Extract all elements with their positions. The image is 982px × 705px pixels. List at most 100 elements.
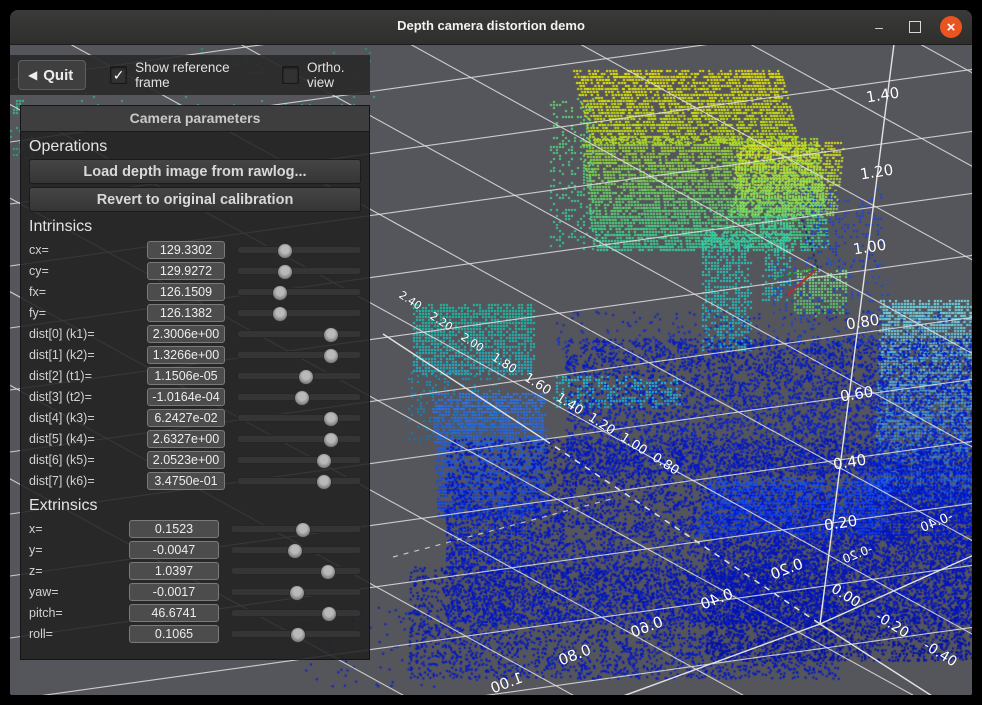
quit-button[interactable]: ◀ Quit bbox=[18, 60, 86, 90]
cx-slider[interactable] bbox=[237, 242, 361, 258]
dist4-slider-handle[interactable] bbox=[323, 411, 339, 427]
dist1-label: dist[1] (k2)= bbox=[29, 348, 147, 362]
dist5-slider[interactable] bbox=[237, 431, 361, 447]
dist0-slider-track[interactable] bbox=[237, 330, 361, 338]
fy-value-field[interactable]: 126.1382 bbox=[147, 304, 225, 322]
cx-slider-handle[interactable] bbox=[277, 243, 293, 259]
dist7-value-field[interactable]: 3.4750e-01 bbox=[147, 472, 225, 490]
intrinsics-section-title: Intrinsics bbox=[29, 218, 369, 236]
show-reference-frame-checkbox[interactable]: ✓ bbox=[110, 66, 127, 84]
dist3-slider-handle[interactable] bbox=[294, 390, 310, 406]
fy-slider-track[interactable] bbox=[237, 309, 361, 317]
dist6-slider-track[interactable] bbox=[237, 456, 361, 464]
quit-label: Quit bbox=[43, 67, 73, 84]
fy-row: fy=126.1382 bbox=[21, 302, 369, 323]
3d-viewport[interactable]: 1.401.201.000.800.600.400.202.402.202.00… bbox=[10, 44, 972, 695]
dist1-value-field[interactable]: 1.3266e+00 bbox=[147, 346, 225, 364]
load-depth-image-button[interactable]: Load depth image from rawlog... bbox=[29, 159, 361, 184]
dist1-slider[interactable] bbox=[237, 347, 361, 363]
dist2-slider[interactable] bbox=[237, 368, 361, 384]
fy-slider[interactable] bbox=[237, 305, 361, 321]
yaw-value-field[interactable]: -0.0017 bbox=[129, 583, 219, 601]
roll-slider[interactable] bbox=[231, 626, 361, 642]
dist3-slider[interactable] bbox=[237, 389, 361, 405]
yaw-slider[interactable] bbox=[231, 584, 361, 600]
dist7-slider-handle[interactable] bbox=[316, 474, 332, 490]
dist6-label: dist[6] (k5)= bbox=[29, 453, 147, 467]
dist7-slider[interactable] bbox=[237, 473, 361, 489]
x-slider[interactable] bbox=[231, 521, 361, 537]
yaw-row: yaw=-0.0017 bbox=[21, 581, 369, 602]
dist5-value-field[interactable]: 2.6327e+00 bbox=[147, 430, 225, 448]
close-icon[interactable]: × bbox=[940, 16, 962, 38]
y-slider-handle[interactable] bbox=[287, 543, 303, 559]
dist6-row: dist[6] (k5)=2.0523e+00 bbox=[21, 449, 369, 470]
dist2-slider-handle[interactable] bbox=[298, 369, 314, 385]
fx-slider-handle[interactable] bbox=[272, 285, 288, 301]
cx-value-field[interactable]: 129.3302 bbox=[147, 241, 225, 259]
cy-slider[interactable] bbox=[237, 263, 361, 279]
cx-slider-track[interactable] bbox=[237, 246, 361, 254]
cy-slider-track[interactable] bbox=[237, 267, 361, 275]
fy-label: fy= bbox=[29, 306, 147, 320]
cy-slider-handle[interactable] bbox=[277, 264, 293, 280]
dist2-row: dist[2] (t1)=1.1506e-05 bbox=[21, 365, 369, 386]
dist0-slider[interactable] bbox=[237, 326, 361, 342]
pitch-slider[interactable] bbox=[231, 605, 361, 621]
dist7-slider-track[interactable] bbox=[237, 477, 361, 485]
cx-label: cx= bbox=[29, 243, 147, 257]
fy-slider-handle[interactable] bbox=[272, 306, 288, 322]
show-reference-frame-label: Show reference frame bbox=[135, 60, 258, 90]
y-label: y= bbox=[29, 543, 129, 557]
dist4-slider-track[interactable] bbox=[237, 414, 361, 422]
panel-header[interactable]: Camera parameters bbox=[21, 106, 369, 132]
ortho-view-checkbox[interactable] bbox=[282, 66, 299, 84]
dist5-slider-track[interactable] bbox=[237, 435, 361, 443]
yaw-slider-handle[interactable] bbox=[289, 585, 305, 601]
pitch-slider-handle[interactable] bbox=[321, 606, 337, 622]
dist6-slider-handle[interactable] bbox=[316, 453, 332, 469]
cy-value-field[interactable]: 129.9272 bbox=[147, 262, 225, 280]
app-window: Depth camera distortion demo – × 1.401.2… bbox=[10, 10, 972, 695]
fx-value-field[interactable]: 126.1509 bbox=[147, 283, 225, 301]
dist2-value-field[interactable]: 1.1506e-05 bbox=[147, 367, 225, 385]
fx-slider[interactable] bbox=[237, 284, 361, 300]
dist0-slider-handle[interactable] bbox=[323, 327, 339, 343]
dist0-row: dist[0] (k1)=2.3006e+00 bbox=[21, 323, 369, 344]
dist6-value-field[interactable]: 2.0523e+00 bbox=[147, 451, 225, 469]
dist3-row: dist[3] (t2)=-1.0164e-04 bbox=[21, 386, 369, 407]
dist1-slider-track[interactable] bbox=[237, 351, 361, 359]
extrinsics-rows: x=0.1523y=-0.0047z=1.0397yaw=-0.0017pitc… bbox=[21, 518, 369, 644]
roll-label: roll= bbox=[29, 627, 129, 641]
maximize-icon[interactable] bbox=[904, 16, 926, 38]
roll-slider-handle[interactable] bbox=[290, 627, 306, 643]
dist4-slider[interactable] bbox=[237, 410, 361, 426]
dist6-slider[interactable] bbox=[237, 452, 361, 468]
fx-slider-track[interactable] bbox=[237, 288, 361, 296]
z-row: z=1.0397 bbox=[21, 560, 369, 581]
fx-row: fx=126.1509 bbox=[21, 281, 369, 302]
z-value-field[interactable]: 1.0397 bbox=[129, 562, 219, 580]
pitch-value-field[interactable]: 46.6741 bbox=[129, 604, 219, 622]
dist4-value-field[interactable]: 6.2427e-02 bbox=[147, 409, 225, 427]
pitch-slider-track[interactable] bbox=[231, 609, 361, 617]
revert-calibration-button[interactable]: Revert to original calibration bbox=[29, 187, 361, 212]
cx-row: cx=129.3302 bbox=[21, 239, 369, 260]
dist1-slider-handle[interactable] bbox=[323, 348, 339, 364]
x-value-field[interactable]: 0.1523 bbox=[129, 520, 219, 538]
minimize-icon[interactable]: – bbox=[868, 16, 890, 38]
y-slider[interactable] bbox=[231, 542, 361, 558]
y-row: y=-0.0047 bbox=[21, 539, 369, 560]
dist3-value-field[interactable]: -1.0164e-04 bbox=[147, 388, 225, 406]
z-slider-track[interactable] bbox=[231, 567, 361, 575]
roll-value-field[interactable]: 0.1065 bbox=[129, 625, 219, 643]
intrinsics-rows: cx=129.3302cy=129.9272fx=126.1509fy=126.… bbox=[21, 239, 369, 491]
x-slider-handle[interactable] bbox=[295, 522, 311, 538]
z-slider-handle[interactable] bbox=[320, 564, 336, 580]
dist5-slider-handle[interactable] bbox=[323, 432, 339, 448]
cy-label: cy= bbox=[29, 264, 147, 278]
z-slider[interactable] bbox=[231, 563, 361, 579]
dist7-row: dist[7] (k6)=3.4750e-01 bbox=[21, 470, 369, 491]
y-value-field[interactable]: -0.0047 bbox=[129, 541, 219, 559]
dist0-value-field[interactable]: 2.3006e+00 bbox=[147, 325, 225, 343]
